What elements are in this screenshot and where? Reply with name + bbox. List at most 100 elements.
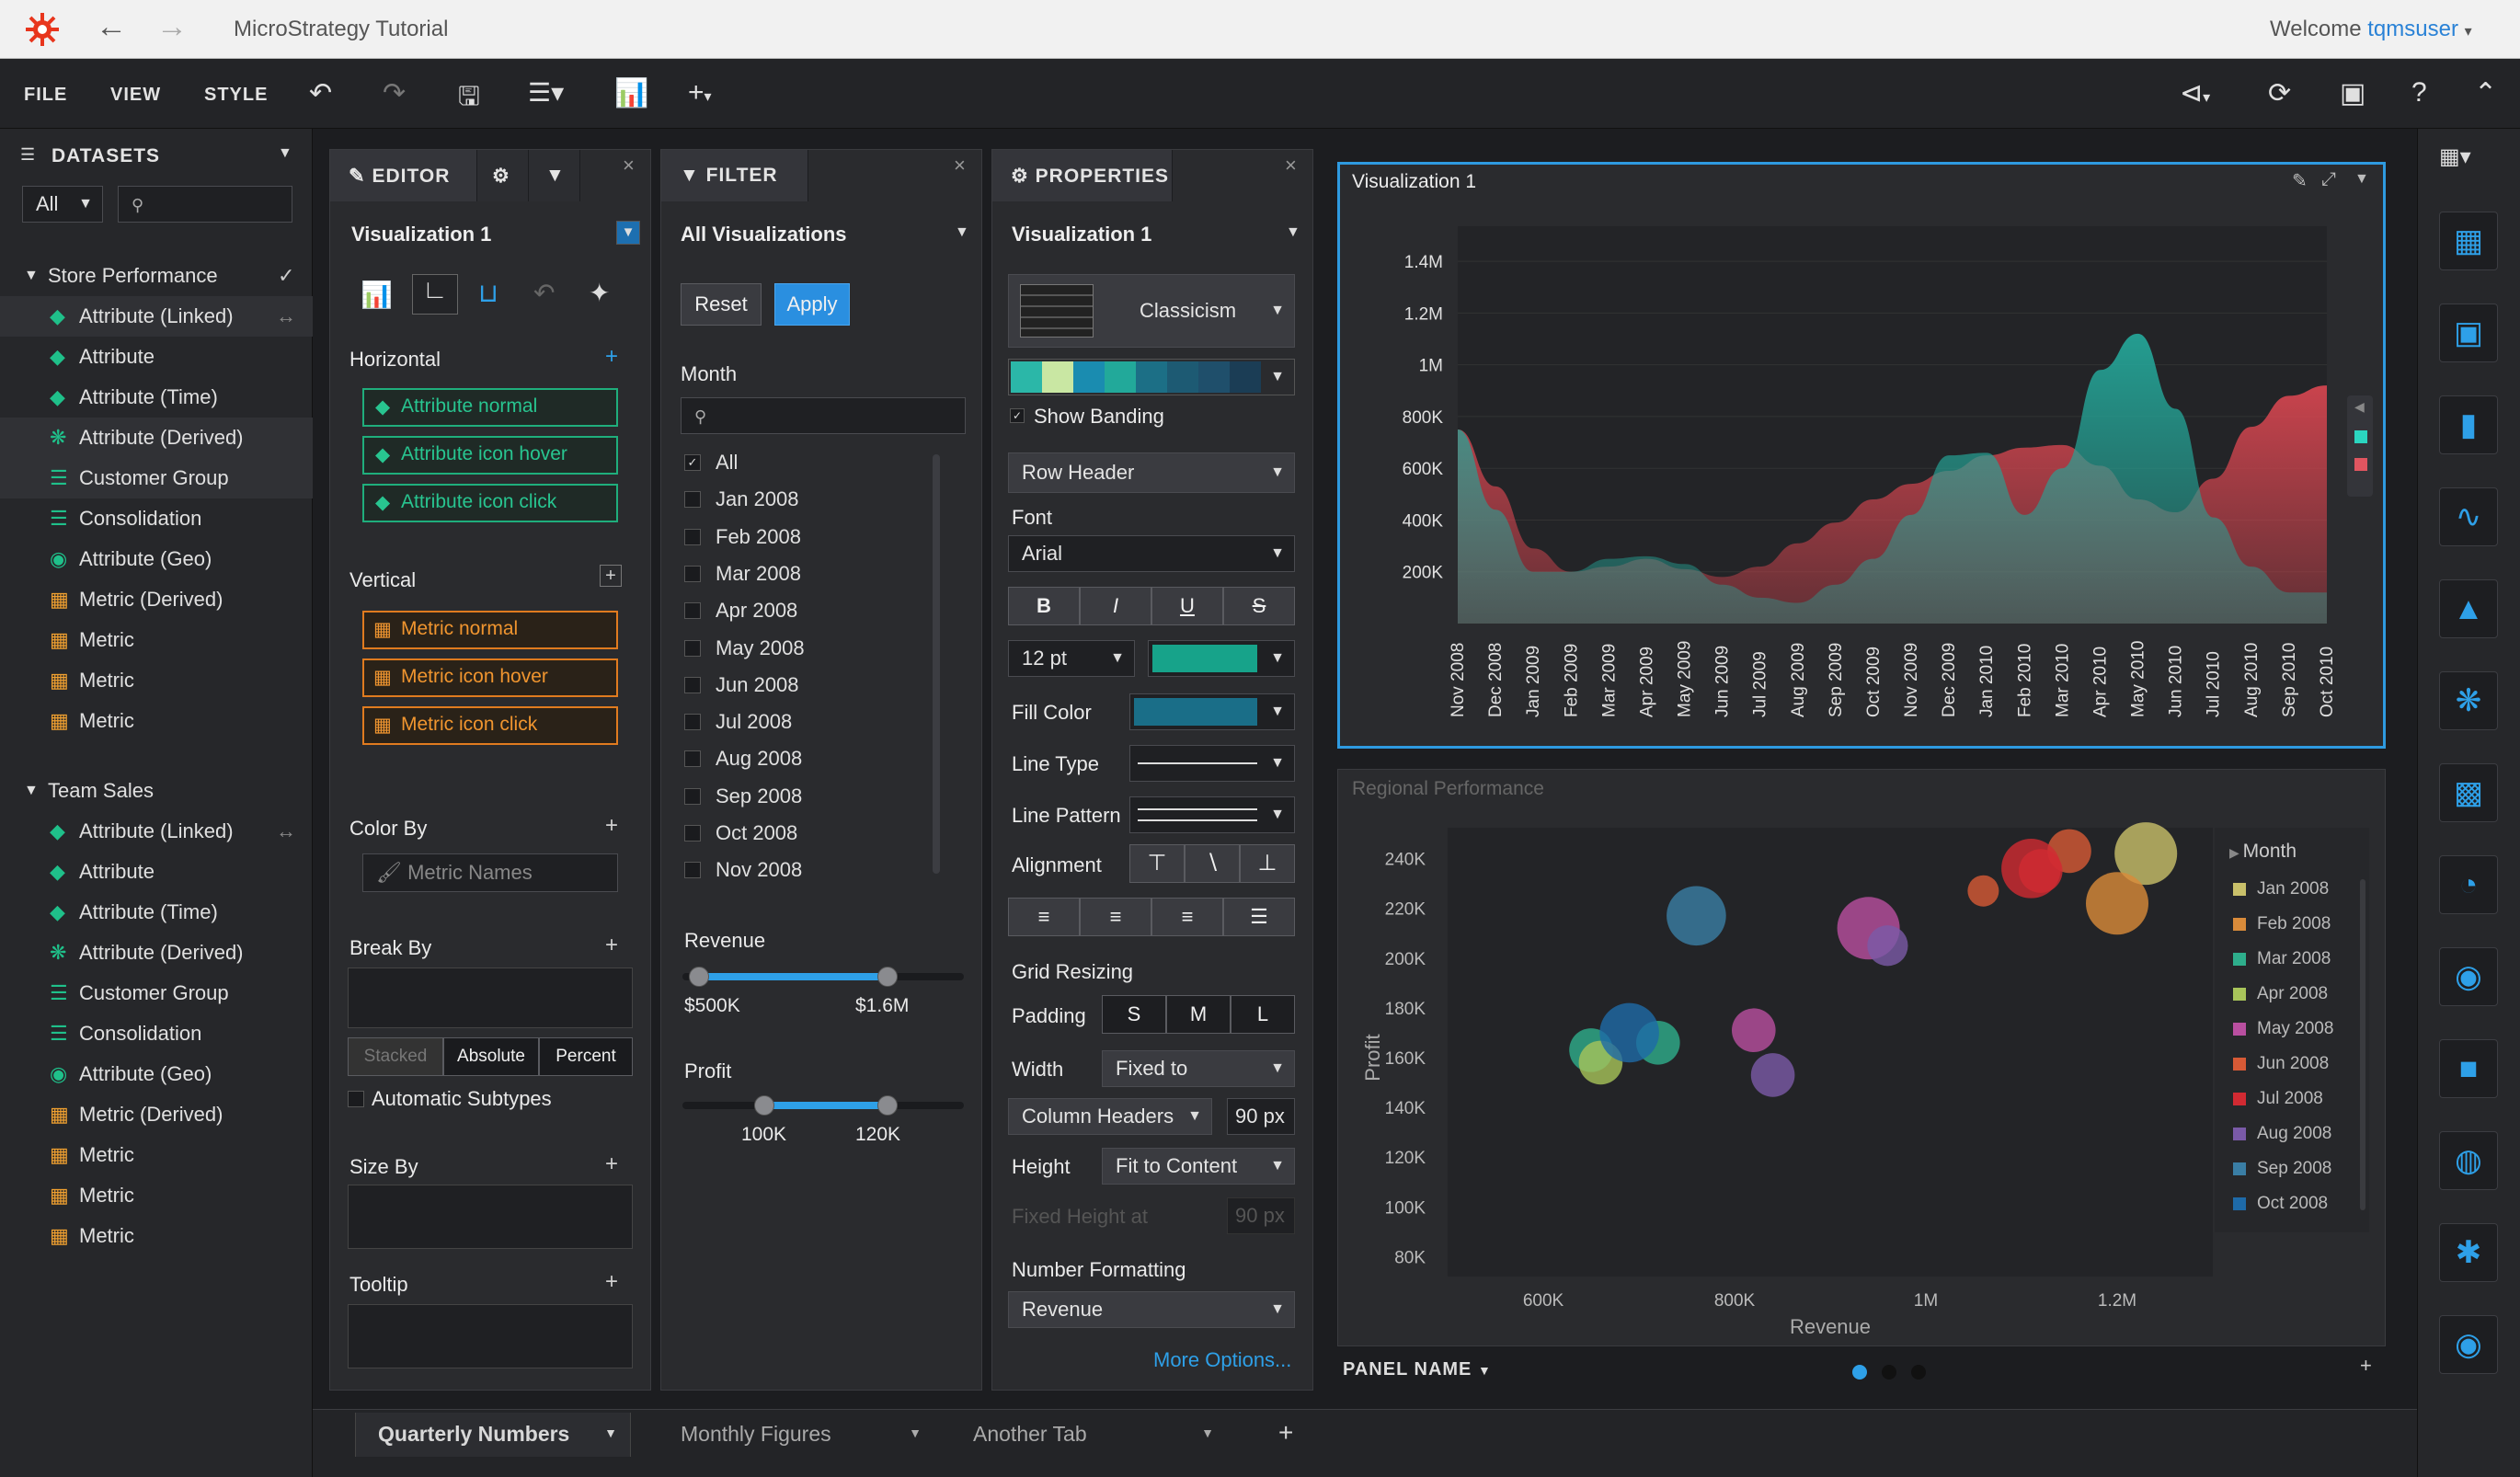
month-checkbox[interactable] bbox=[684, 862, 701, 879]
map-viz-icon[interactable]: ◉ bbox=[2439, 947, 2498, 1006]
column-headers-dropdown[interactable]: Column Headers ▼ bbox=[1008, 1098, 1212, 1135]
tab-properties[interactable]: ⚙ PROPERTIES bbox=[992, 150, 1173, 201]
line-chart-viz-icon[interactable]: ∿ bbox=[2439, 487, 2498, 546]
histogram-viz-icon[interactable]: ▩ bbox=[2439, 763, 2498, 822]
month-checkbox[interactable] bbox=[684, 750, 701, 768]
dataset-item[interactable]: ◉ Attribute (Geo) bbox=[0, 539, 313, 579]
month-checkbox[interactable] bbox=[684, 491, 701, 509]
bubble[interactable] bbox=[1967, 875, 1999, 907]
row-header-dropdown[interactable]: Row Header ▼ bbox=[1008, 452, 1295, 493]
pie-chart-viz-icon[interactable]: ◔ bbox=[2439, 855, 2498, 914]
save-icon[interactable]: 🖫 bbox=[458, 77, 480, 121]
collapse-icon[interactable]: ⌃ bbox=[2474, 77, 2497, 109]
underline-button[interactable]: U bbox=[1151, 587, 1223, 625]
padding-s-button[interactable]: S bbox=[1102, 995, 1166, 1034]
microstrategy-logo[interactable] bbox=[24, 11, 61, 48]
font-size-dropdown[interactable]: 12 pt ▼ bbox=[1008, 640, 1135, 677]
dataset-item[interactable]: ◆ Attribute (Time) bbox=[0, 892, 313, 933]
add-tooltip-icon[interactable]: + bbox=[605, 1269, 618, 1295]
align-top-button[interactable]: ⊤ bbox=[1129, 844, 1185, 883]
month-search-input[interactable]: ⚲ bbox=[681, 397, 966, 434]
month-checkbox[interactable] bbox=[684, 639, 701, 657]
tab-editor-settings[interactable]: ⚙ bbox=[477, 150, 529, 201]
tab-monthly-figures[interactable]: Monthly Figures ▼ bbox=[659, 1413, 934, 1457]
padding-l-button[interactable]: L bbox=[1231, 995, 1295, 1034]
seg-absolute[interactable]: Absolute bbox=[443, 1037, 539, 1076]
legend-item[interactable]: May 2008 bbox=[2233, 1019, 2333, 1039]
properties-viz-dropdown[interactable]: ▼ bbox=[1286, 224, 1300, 241]
month-checkbox[interactable] bbox=[684, 787, 701, 805]
line-pattern-dropdown[interactable]: ▼ bbox=[1129, 796, 1295, 833]
month-list-scrollbar[interactable] bbox=[933, 454, 940, 874]
undo-icon[interactable]: ↶ bbox=[309, 77, 332, 109]
dataset-item[interactable]: ▦ Metric (Derived) bbox=[0, 1094, 313, 1135]
editor-viz-dropdown[interactable]: ▼ bbox=[616, 221, 640, 245]
bubble[interactable] bbox=[1867, 925, 1908, 967]
share-icon[interactable]: ⊲▾ bbox=[2180, 77, 2210, 109]
tab-filter[interactable]: ▼ FILTER bbox=[661, 150, 808, 201]
maximize-icon[interactable]: ⤢ bbox=[2321, 169, 2336, 190]
fill-color-dropdown[interactable]: ▼ bbox=[1129, 693, 1295, 730]
axis-icon[interactable]: ∟ bbox=[412, 274, 458, 315]
vertical-metric-item[interactable]: ▦ Metric normal bbox=[362, 611, 618, 649]
month-checkbox[interactable] bbox=[684, 714, 701, 731]
chart-type-icon[interactable]: 📊 bbox=[361, 280, 393, 310]
network-viz-icon[interactable]: ❋ bbox=[2439, 671, 2498, 730]
seg-percent[interactable]: Percent bbox=[539, 1037, 633, 1076]
help-icon[interactable]: ? bbox=[2411, 77, 2427, 109]
dataset-item[interactable]: ◉ Attribute (Geo) bbox=[0, 1054, 313, 1094]
dataset-group[interactable]: ▼ Team Sales bbox=[0, 771, 313, 811]
swap-axis-icon[interactable]: ⊔ bbox=[478, 278, 498, 308]
caret-down-icon[interactable]: ▼ bbox=[24, 256, 39, 296]
align-bottom-button[interactable]: ⊥ bbox=[1240, 844, 1295, 883]
magic-wand-icon[interactable]: ✦ bbox=[589, 278, 610, 308]
dataset-group[interactable]: ▼ Store Performance ✓ bbox=[0, 256, 313, 296]
dataset-filter-dropdown[interactable]: All ▼ bbox=[22, 186, 103, 223]
presentation-icon[interactable]: ▣ bbox=[2340, 77, 2365, 109]
bold-button[interactable]: B bbox=[1008, 587, 1080, 625]
dataset-item[interactable]: ▦ Metric bbox=[0, 1135, 313, 1175]
align-center-button[interactable]: ≡ bbox=[1080, 898, 1151, 936]
month-checkbox[interactable] bbox=[684, 676, 701, 693]
legend-item[interactable]: Oct 2008 bbox=[2233, 1194, 2328, 1214]
tab-quarterly-numbers[interactable]: Quarterly Numbers ▼ bbox=[355, 1413, 631, 1457]
horizontal-attribute-item[interactable]: ◆ Attribute normal bbox=[362, 388, 618, 427]
align-left-button[interactable]: ≡ bbox=[1008, 898, 1080, 936]
legend-item[interactable]: Feb 2008 bbox=[2233, 914, 2331, 934]
legend-item[interactable]: Jan 2008 bbox=[2233, 879, 2329, 899]
menu-file[interactable]: FILE bbox=[24, 85, 67, 106]
dataset-item[interactable]: ▦ Metric bbox=[0, 1216, 313, 1256]
month-checkbox[interactable] bbox=[684, 528, 701, 545]
viz-menu-icon[interactable]: ▼ bbox=[2354, 171, 2369, 188]
image-layout-viz-icon[interactable]: ■ bbox=[2439, 1039, 2498, 1098]
bubble[interactable] bbox=[1750, 1053, 1795, 1097]
font-dropdown[interactable]: Arial ▼ bbox=[1008, 535, 1295, 572]
padding-m-button[interactable]: M bbox=[1166, 995, 1231, 1034]
color-palette-dropdown[interactable]: ▼ bbox=[1008, 359, 1295, 395]
dataset-item[interactable]: ▦ Metric bbox=[0, 660, 313, 701]
legend-item[interactable]: Jun 2008 bbox=[2233, 1054, 2329, 1074]
dataset-item[interactable]: ☰ Customer Group bbox=[0, 458, 313, 498]
dataset-item[interactable]: ▦ Metric (Derived) bbox=[0, 579, 313, 620]
graph-viz-icon[interactable]: ✱ bbox=[2439, 1223, 2498, 1282]
page-dot[interactable] bbox=[1882, 1365, 1896, 1380]
dataset-item[interactable]: ◆ Attribute (Linked) ↔ bbox=[0, 296, 313, 337]
dataset-item[interactable]: ◆ Attribute (Linked) ↔ bbox=[0, 811, 313, 852]
tab-another-tab[interactable]: Another Tab ▼ bbox=[951, 1413, 1227, 1457]
custom-viz-icon[interactable]: ◉ bbox=[2439, 1315, 2498, 1374]
horizontal-attribute-item[interactable]: ◆ Attribute icon hover bbox=[362, 436, 618, 475]
dataset-item[interactable]: ◆ Attribute bbox=[0, 337, 313, 377]
tooltip-dropzone[interactable] bbox=[348, 1304, 633, 1368]
add-color-by-icon[interactable]: + bbox=[605, 813, 618, 839]
fixed-height-input[interactable]: 90 px bbox=[1227, 1197, 1295, 1234]
add-vertical-icon[interactable]: + bbox=[600, 565, 622, 587]
add-tab-button[interactable]: + bbox=[1260, 1413, 1315, 1457]
legend-item[interactable]: Mar 2008 bbox=[2233, 949, 2331, 969]
dataset-item[interactable]: ❋ Attribute (Derived) bbox=[0, 933, 313, 973]
legend-item[interactable]: Jul 2008 bbox=[2233, 1089, 2323, 1109]
page-dot[interactable] bbox=[1911, 1365, 1926, 1380]
page-dot-active[interactable] bbox=[1852, 1365, 1867, 1380]
legend-item[interactable]: Sep 2008 bbox=[2233, 1159, 2331, 1179]
number-format-dropdown[interactable]: Revenue ▼ bbox=[1008, 1291, 1295, 1328]
show-banding-checkbox[interactable]: ✓ bbox=[1010, 408, 1025, 423]
